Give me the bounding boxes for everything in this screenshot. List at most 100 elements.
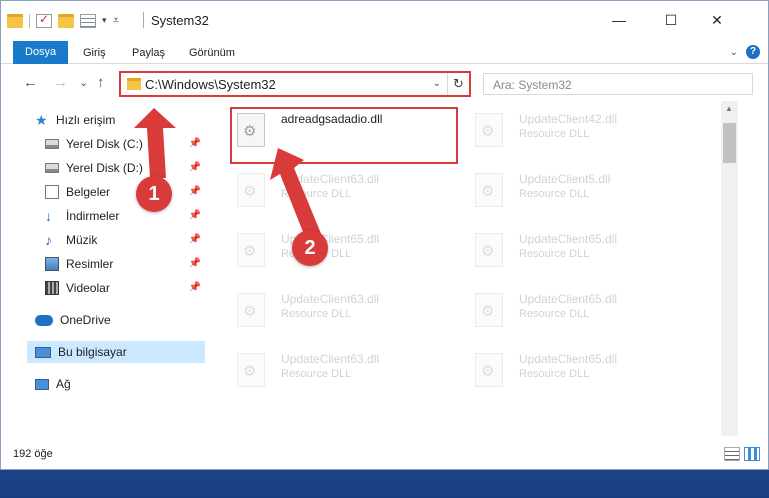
video-icon	[45, 281, 59, 295]
details-view-icon[interactable]	[724, 447, 740, 461]
close-button[interactable]: ✕	[695, 7, 739, 33]
vertical-scrollbar[interactable]: ▲	[721, 101, 738, 436]
file-item[interactable]: UpdateClient65.dll Resource DLL	[465, 347, 695, 397]
pin-icon[interactable]: 📌	[189, 138, 201, 149]
scroll-up-icon[interactable]: ▲	[725, 104, 733, 113]
sidebar-item-label: İndirmeler	[66, 209, 120, 223]
sidebar-item-label: Belgeler	[66, 185, 111, 199]
sidebar-item-label: Hızlı erişim	[56, 113, 116, 127]
sidebar-item-local-disk-c[interactable]: Yerel Disk (C:) 📌	[45, 133, 207, 155]
file-type: Resource DLL	[519, 248, 590, 260]
address-bar[interactable]: C:\Windows\System32 ⌄ ↻	[119, 71, 471, 97]
title-bar: ▾ ⩡ System32 — ☐ ✕	[1, 1, 768, 39]
title-divider	[143, 12, 144, 28]
file-name: UpdateClient42.dll	[519, 112, 618, 126]
help-icon[interactable]: ?	[746, 45, 760, 59]
sidebar-item-downloads[interactable]: ↓ İndirmeler 📌	[45, 205, 207, 227]
properties-list-icon[interactable]	[80, 13, 96, 28]
address-dropdown-icon[interactable]: ⌄	[433, 78, 441, 89]
cloud-icon	[35, 314, 53, 326]
sidebar-item-music[interactable]: ♪ Müzik 📌	[45, 229, 207, 251]
quick-access-toolbar: ▾ ⩡	[7, 12, 120, 28]
sidebar-item-label: Ağ	[56, 377, 71, 391]
refresh-button[interactable]: ↻	[447, 73, 469, 95]
dll-file-icon	[475, 173, 503, 207]
sidebar-item-pictures[interactable]: Resimler 📌	[45, 253, 207, 275]
sidebar-item-videos[interactable]: Videolar 📌	[45, 277, 207, 299]
download-icon: ↓	[45, 208, 52, 224]
tab-giris[interactable]: Giriş	[83, 42, 106, 64]
sidebar-item-label: Müzik	[66, 233, 98, 247]
recent-locations-button[interactable]: ⌄	[79, 76, 88, 89]
sidebar-item-documents[interactable]: Belgeler 📌	[45, 181, 207, 203]
search-input[interactable]: Ara: System32	[483, 73, 753, 95]
file-name: UpdateClient65.dll	[519, 352, 618, 366]
customize-toolbar-chevron-icon[interactable]: ▾	[102, 15, 107, 26]
file-type: Resource DLL	[281, 308, 352, 320]
sidebar-item-label: Resimler	[66, 257, 114, 271]
tab-dosya[interactable]: Dosya	[13, 41, 69, 64]
file-item[interactable]: UpdateClient63.dll Resource DLL	[227, 287, 457, 337]
file-item[interactable]: UpdateClient63.dll Resource DLL	[227, 167, 457, 217]
sidebar-item-local-disk-d[interactable]: Yerel Disk (D:) 📌	[45, 157, 207, 179]
pin-icon[interactable]: 📌	[189, 258, 201, 269]
properties-check-icon[interactable]	[36, 12, 52, 28]
up-button[interactable]: ↑	[97, 74, 105, 91]
pin-icon[interactable]: 📌	[189, 282, 201, 293]
toolbar-divider	[29, 13, 30, 28]
file-item[interactable]: UpdateClient5.dll Resource DLL	[465, 167, 695, 217]
file-item[interactable]: UpdateClient65.dll Resource DLL	[465, 287, 695, 337]
navigation-pane: ★ Hızlı erişim Yerel Disk (C:) 📌 Yerel D…	[1, 101, 209, 436]
sidebar-item-this-pc[interactable]: Bu bilgisayar	[27, 341, 205, 363]
sidebar-item-quick-access[interactable]: ★ Hızlı erişim	[35, 109, 211, 131]
address-path[interactable]: C:\Windows\System32	[145, 77, 276, 92]
network-icon	[35, 378, 49, 390]
item-count: 192 öğe	[13, 448, 53, 460]
expand-ribbon-chevron-icon[interactable]: ⌄	[730, 47, 738, 58]
back-button[interactable]: ←	[23, 74, 38, 91]
pin-icon[interactable]: 📌	[189, 162, 201, 173]
file-name: UpdateClient63.dll	[281, 292, 380, 306]
tab-gorunum[interactable]: Görünüm	[189, 42, 235, 64]
sidebar-item-network[interactable]: Ağ	[35, 373, 211, 395]
sidebar-item-onedrive[interactable]: OneDrive	[35, 309, 211, 331]
dll-file-icon	[475, 293, 503, 327]
pin-icon[interactable]: 📌	[189, 186, 201, 197]
pin-icon[interactable]: 📌	[189, 210, 201, 221]
dll-file-icon	[475, 233, 503, 267]
tab-paylas[interactable]: Paylaş	[132, 42, 165, 64]
large-icons-view-icon[interactable]	[744, 447, 760, 461]
new-folder-icon[interactable]	[58, 13, 74, 28]
file-item[interactable]: UpdateClient65.dll Resource DLL	[227, 227, 457, 277]
file-type: Resource DLL	[281, 188, 352, 200]
dll-file-icon	[237, 233, 265, 267]
file-type: Resource DLL	[519, 128, 590, 140]
step-callout-1: 1	[136, 176, 172, 212]
dll-file-icon	[237, 173, 265, 207]
sidebar-item-label: Yerel Disk (D:)	[66, 161, 143, 175]
computer-icon	[35, 346, 51, 358]
disk-icon	[45, 139, 59, 149]
navigation-bar: ← → ⌄ ↑ C:\Windows\System32 ⌄ ↻ Ara: Sys…	[1, 65, 768, 101]
address-folder-icon	[127, 78, 141, 90]
file-name: UpdateClient5.dll	[519, 172, 611, 186]
minimize-button[interactable]: —	[597, 7, 641, 33]
sidebar-item-label: OneDrive	[60, 313, 111, 327]
pin-icon[interactable]: 📌	[189, 234, 201, 245]
step-callout-2: 2	[292, 230, 328, 266]
ribbon-tabs: Dosya Giriş Paylaş Görünüm ⌄ ?	[1, 39, 768, 64]
toolbar-dropdown-icon[interactable]: ⩡	[113, 13, 120, 28]
maximize-button[interactable]: ☐	[649, 7, 693, 33]
file-item[interactable]: UpdateClient63.dll Resource DLL	[227, 347, 457, 397]
explorer-window: ▾ ⩡ System32 — ☐ ✕ Dosya Giriş Paylaş Gö…	[0, 0, 769, 470]
scrollbar-thumb[interactable]	[723, 123, 736, 163]
folder-icon[interactable]	[7, 13, 23, 28]
view-toggle	[724, 447, 760, 461]
forward-button[interactable]: →	[53, 74, 68, 91]
file-item[interactable]: UpdateClient42.dll Resource DLL	[465, 107, 695, 157]
search-placeholder: Ara: System32	[493, 78, 572, 92]
file-item[interactable]: UpdateClient65.dll Resource DLL	[465, 227, 695, 277]
file-highlight-box	[230, 107, 458, 164]
star-icon: ★	[35, 112, 48, 128]
file-name: UpdateClient63.dll	[281, 352, 380, 366]
